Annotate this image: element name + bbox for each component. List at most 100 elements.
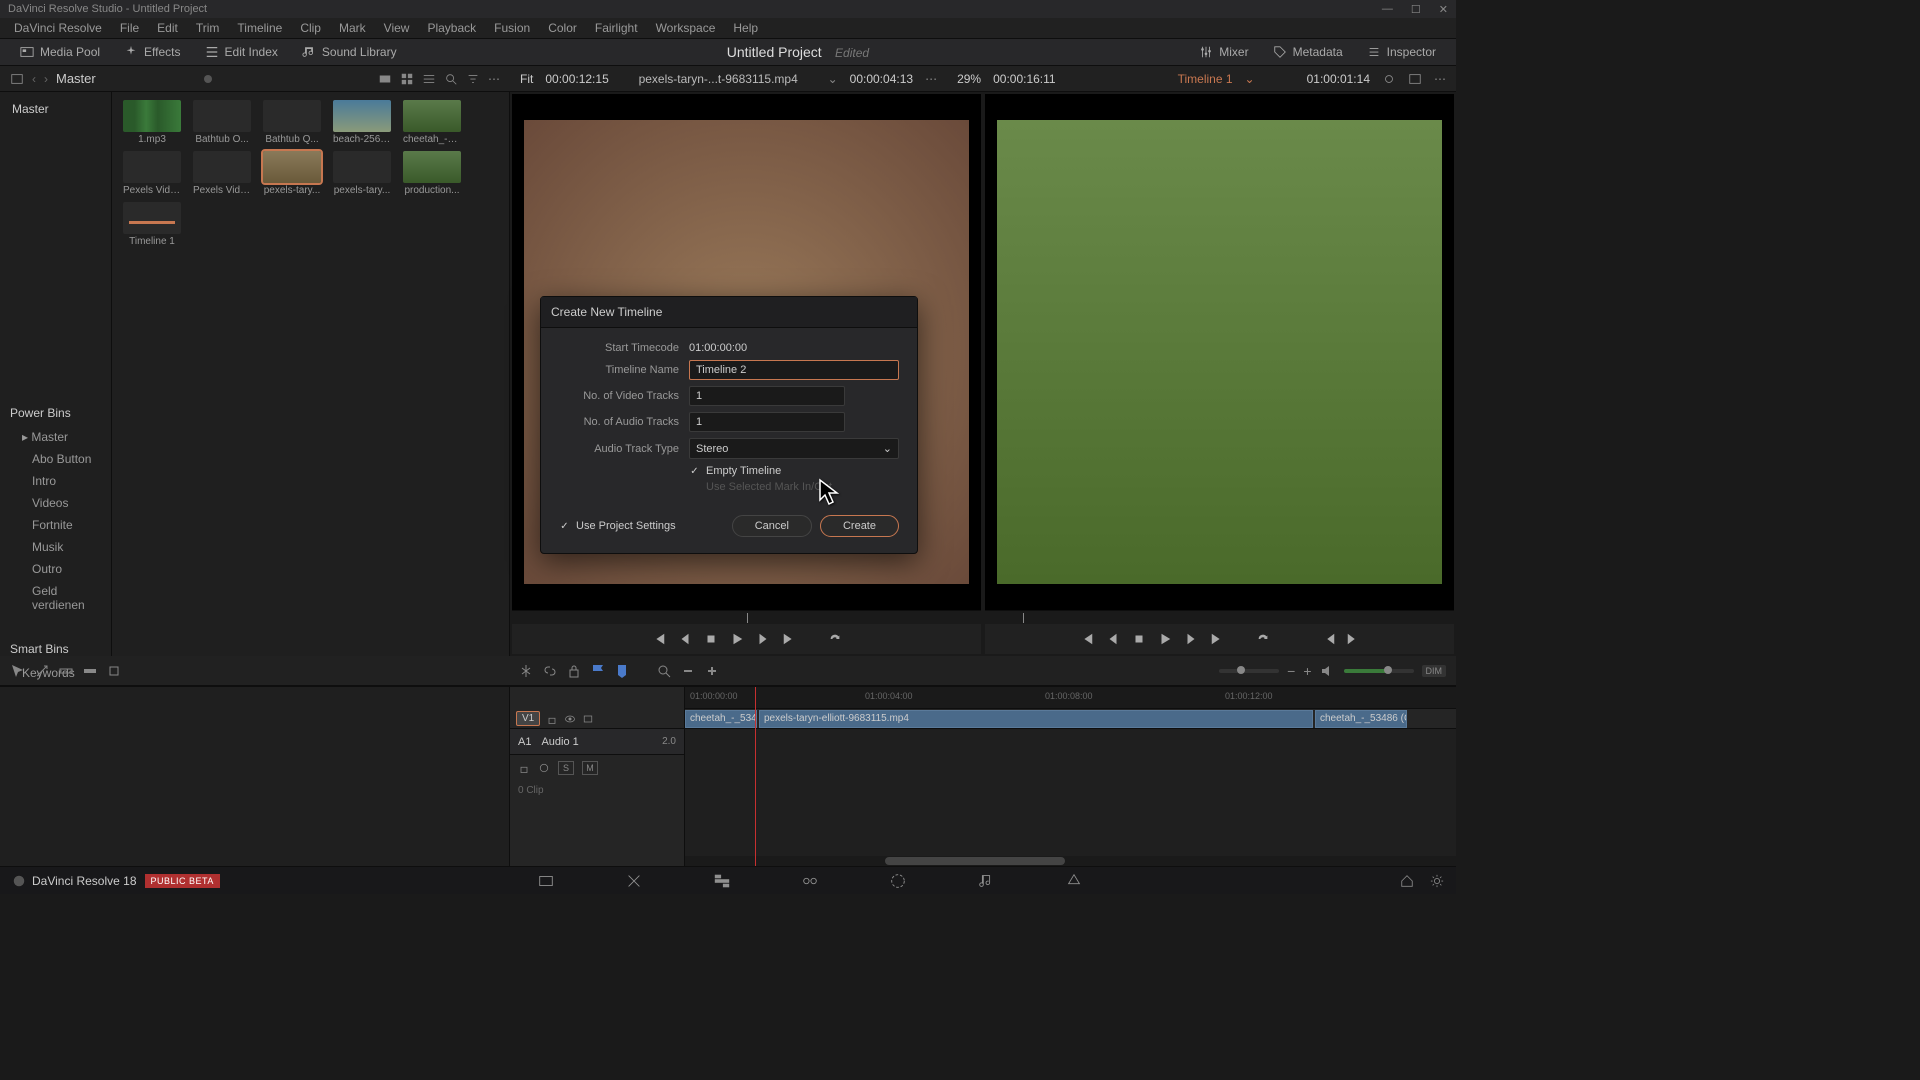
- more-icon[interactable]: ⋯: [488, 72, 500, 86]
- zoom-plus-icon[interactable]: +: [1303, 663, 1311, 679]
- dim-button[interactable]: DIM: [1422, 665, 1447, 677]
- menu-item[interactable]: Fairlight: [587, 19, 646, 37]
- gear-icon[interactable]: [1430, 874, 1444, 888]
- timeline-name-dropdown[interactable]: Timeline 1: [1178, 72, 1233, 86]
- media-clip[interactable]: production...: [400, 151, 464, 196]
- volume-slider[interactable]: [1344, 669, 1414, 673]
- menu-item[interactable]: Workspace: [648, 19, 724, 37]
- chevron-down-icon[interactable]: ⌄: [1245, 72, 1255, 86]
- menu-item[interactable]: Playback: [419, 19, 484, 37]
- thumbnail-view-icon[interactable]: [378, 72, 392, 86]
- toolbar-mixer[interactable]: Mixer: [1187, 45, 1260, 59]
- blade-tool-icon[interactable]: [34, 663, 50, 679]
- speaker-icon[interactable]: [1320, 663, 1336, 679]
- overwrite-icon[interactable]: [82, 663, 98, 679]
- minimize-icon[interactable]: —: [1382, 3, 1393, 16]
- menu-item[interactable]: View: [376, 19, 418, 37]
- sidebar-item[interactable]: Videos: [0, 492, 111, 514]
- media-clip[interactable]: Bathtub O...: [190, 100, 254, 145]
- frame-icon[interactable]: [582, 713, 594, 725]
- menu-item[interactable]: Timeline: [229, 19, 290, 37]
- empty-timeline-checkbox[interactable]: ✓Empty Timeline: [559, 465, 899, 477]
- mute-button[interactable]: M: [582, 761, 598, 775]
- lock-icon[interactable]: [566, 663, 582, 679]
- step-fwd-icon[interactable]: [1184, 632, 1198, 646]
- audio-track-header[interactable]: A1 Audio 1 2.0: [510, 729, 684, 755]
- bin-view-icon[interactable]: [10, 72, 24, 86]
- list-view-icon[interactable]: [422, 72, 436, 86]
- media-clip[interactable]: pexels-tary...: [330, 151, 394, 196]
- video-track[interactable]: cheetah_-_5348... pexels-taryn-elliott-9…: [685, 709, 1456, 729]
- sort-icon[interactable]: [466, 72, 480, 86]
- media-clip[interactable]: 1.mp3: [120, 100, 184, 145]
- play-icon[interactable]: [730, 632, 744, 646]
- maximize-icon[interactable]: ☐: [1411, 3, 1421, 16]
- video-tracks-input[interactable]: [689, 386, 845, 406]
- media-clip[interactable]: Pexels Vide...: [120, 151, 184, 196]
- eye-icon[interactable]: [564, 713, 576, 725]
- go-start-icon[interactable]: [1322, 632, 1336, 646]
- more-icon[interactable]: ⋯: [1434, 72, 1446, 86]
- menu-item[interactable]: Fusion: [486, 19, 538, 37]
- toolbar-sound-library[interactable]: Sound Library: [290, 45, 409, 59]
- sidebar-item-master[interactable]: ▸ Master: [0, 426, 111, 448]
- playhead[interactable]: [755, 687, 756, 866]
- insert-icon[interactable]: [58, 663, 74, 679]
- zoom-out-icon[interactable]: [680, 663, 696, 679]
- menu-item[interactable]: Color: [540, 19, 585, 37]
- sidebar-item[interactable]: Musik: [0, 536, 111, 558]
- media-clip[interactable]: Bathtub Q...: [260, 100, 324, 145]
- menu-item[interactable]: File: [112, 19, 147, 37]
- media-clip[interactable]: pexels-tary...: [260, 151, 324, 196]
- menu-item[interactable]: Edit: [149, 19, 186, 37]
- zoom-level[interactable]: 29%: [957, 72, 981, 86]
- menu-item[interactable]: Help: [725, 19, 766, 37]
- step-back-icon[interactable]: [678, 632, 692, 646]
- search-icon[interactable]: [444, 72, 458, 86]
- chevron-down-icon[interactable]: ⌄: [828, 72, 838, 86]
- prev-clip-icon[interactable]: [652, 632, 666, 646]
- menu-item[interactable]: Clip: [292, 19, 329, 37]
- fusion-page-icon[interactable]: [801, 872, 819, 890]
- audio-type-select[interactable]: Stereo ⌄: [689, 438, 899, 459]
- menu-item[interactable]: Mark: [331, 19, 374, 37]
- step-fwd-icon[interactable]: [756, 632, 770, 646]
- source-clip-name[interactable]: pexels-taryn-...t-9683115.mp4: [621, 72, 816, 86]
- lock-icon[interactable]: [518, 762, 530, 774]
- layout-icon[interactable]: [1408, 72, 1422, 86]
- timeline-clip[interactable]: cheetah_-_53486 (Or...: [1315, 710, 1407, 728]
- zoom-search-icon[interactable]: [656, 663, 672, 679]
- video-track-header[interactable]: V1: [510, 709, 684, 729]
- stop-icon[interactable]: [1132, 632, 1146, 646]
- step-back-icon[interactable]: [1106, 632, 1120, 646]
- fairlight-page-icon[interactable]: [977, 872, 995, 890]
- audio-track-lane[interactable]: [685, 729, 1456, 781]
- selection-tool-icon[interactable]: [10, 663, 26, 679]
- media-clip[interactable]: Timeline 1: [120, 202, 184, 247]
- enable-icon[interactable]: [538, 762, 550, 774]
- stop-icon[interactable]: [704, 632, 718, 646]
- loop-icon[interactable]: [1256, 632, 1270, 646]
- sidebar-item[interactable]: Abo Button: [0, 448, 111, 470]
- fit-dropdown[interactable]: Fit: [520, 72, 533, 86]
- cut-page-icon[interactable]: [625, 872, 643, 890]
- media-clip[interactable]: cheetah_-_...: [400, 100, 464, 145]
- sidebar-item[interactable]: Geld verdienen: [0, 580, 111, 616]
- timeline-clip[interactable]: cheetah_-_5348...: [685, 710, 757, 728]
- razor-icon[interactable]: [518, 663, 534, 679]
- close-icon[interactable]: ✕: [1439, 3, 1448, 16]
- sync-icon[interactable]: [1382, 72, 1396, 86]
- media-page-icon[interactable]: [537, 872, 555, 890]
- audio-tracks-input[interactable]: [689, 412, 845, 432]
- zoom-in-icon[interactable]: [704, 663, 720, 679]
- more-icon[interactable]: ⋯: [925, 72, 937, 86]
- toolbar-metadata[interactable]: Metadata: [1261, 45, 1355, 59]
- marker-icon[interactable]: [614, 663, 630, 679]
- solo-button[interactable]: S: [558, 761, 574, 775]
- edit-page-icon[interactable]: [713, 872, 731, 890]
- toolbar-edit-index[interactable]: Edit Index: [193, 45, 290, 59]
- link-icon[interactable]: [542, 663, 558, 679]
- sidebar-item-master[interactable]: Master: [0, 98, 111, 120]
- timeline-name-input[interactable]: [689, 360, 899, 380]
- bin-breadcrumb[interactable]: Master: [56, 71, 96, 86]
